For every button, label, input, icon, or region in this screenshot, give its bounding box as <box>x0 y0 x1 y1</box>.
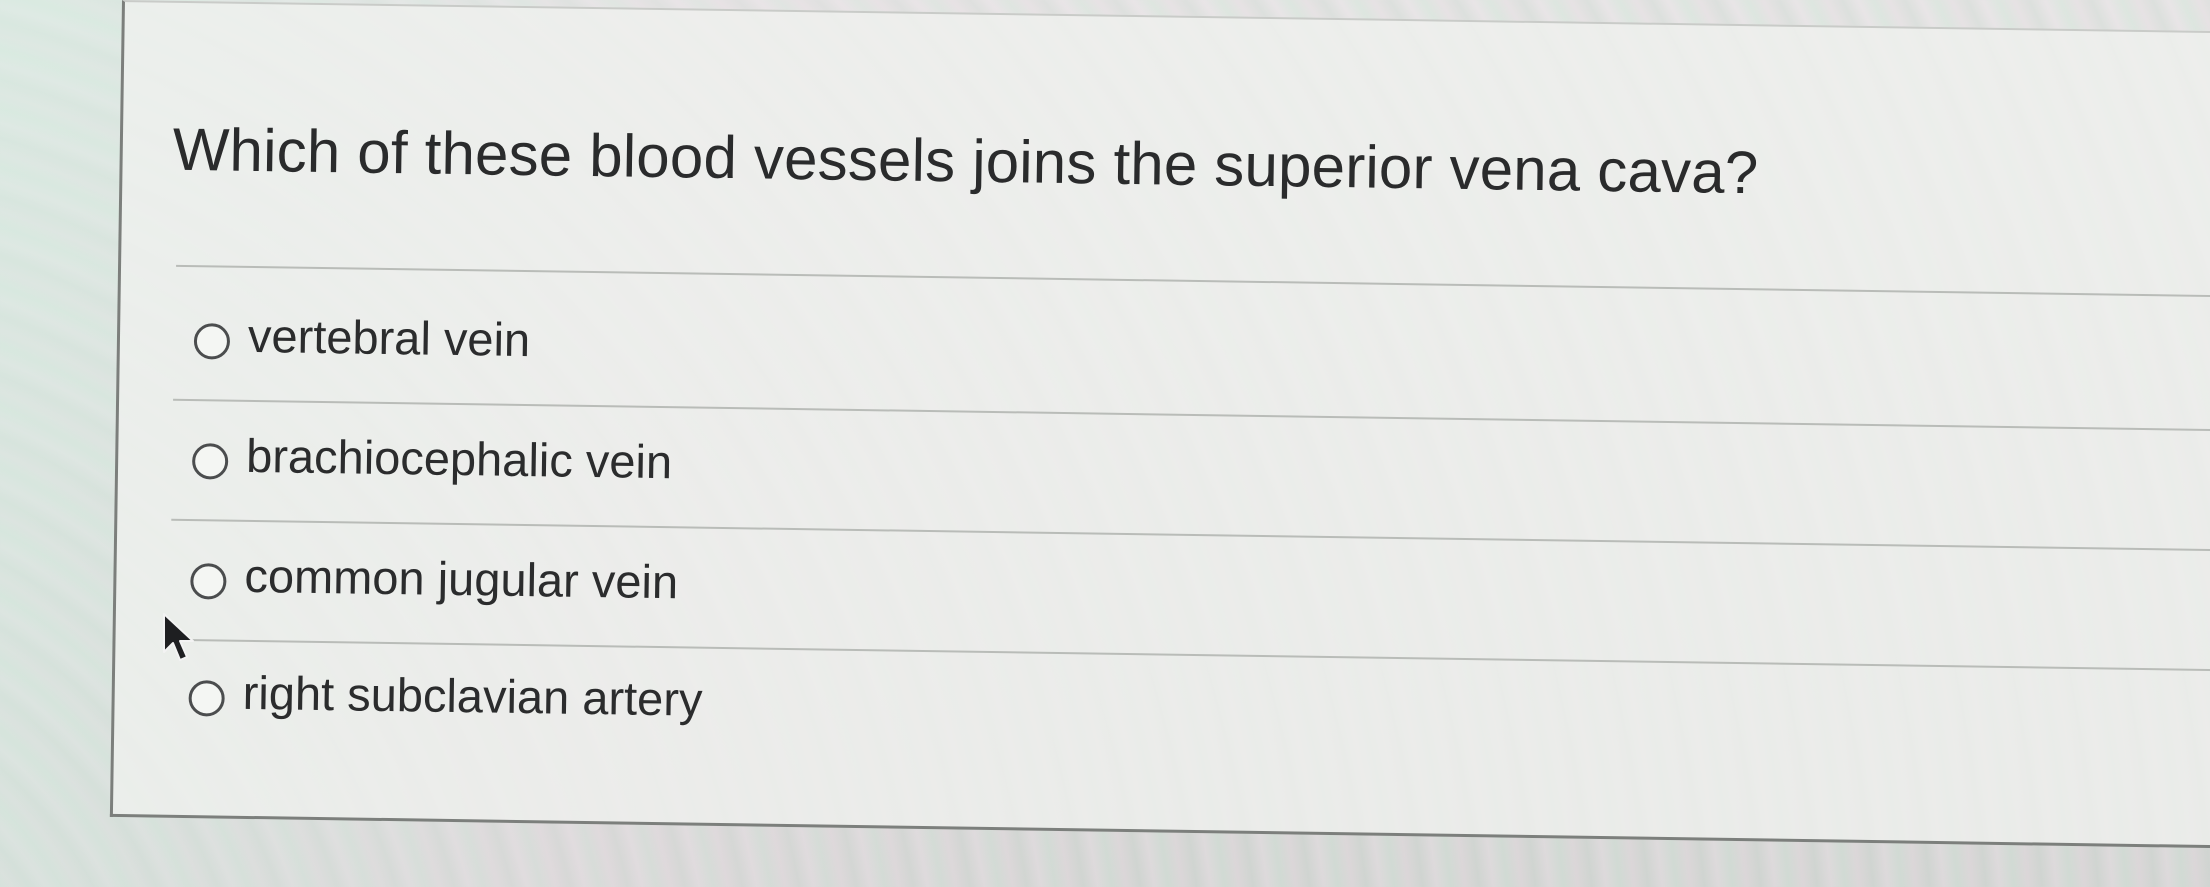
answer-option-vertebral-vein[interactable]: vertebral vein <box>173 289 2210 432</box>
answer-option-right-subclavian-artery[interactable]: right subclavian artery <box>176 646 2210 789</box>
answer-option-brachiocephalic-vein[interactable]: brachiocephalic vein <box>171 409 2210 552</box>
radio-button[interactable] <box>191 443 229 480</box>
answer-label: brachiocephalic vein <box>245 428 673 489</box>
radio-button[interactable] <box>193 323 231 360</box>
answer-label: right subclavian artery <box>242 665 703 726</box>
question-text: Which of these blood vessels joins the s… <box>172 115 1759 207</box>
radio-button[interactable] <box>190 563 227 600</box>
answer-label: common jugular vein <box>244 548 679 609</box>
radio-button[interactable] <box>188 680 225 717</box>
mouse-pointer-icon <box>163 613 194 661</box>
question-card: Which of these blood vessels joins the s… <box>109 0 2210 849</box>
answer-label: vertebral vein <box>247 308 531 367</box>
